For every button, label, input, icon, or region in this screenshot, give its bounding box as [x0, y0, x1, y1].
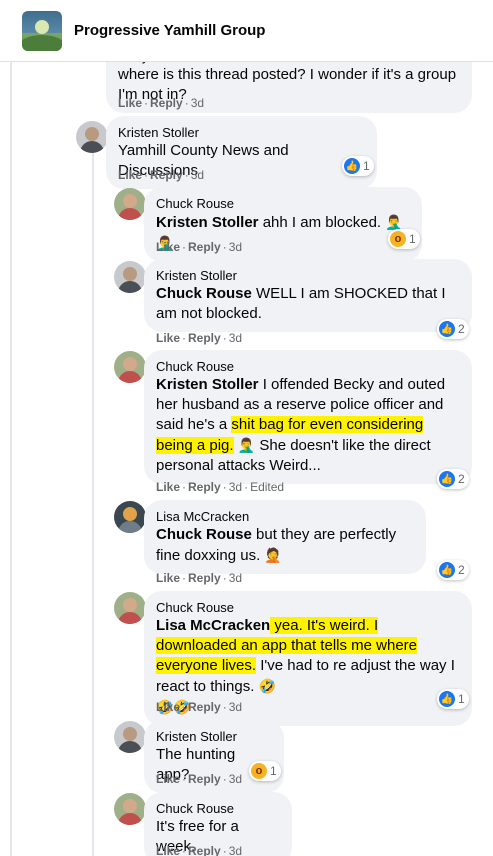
- reply-link[interactable]: Reply: [188, 480, 221, 494]
- like-link[interactable]: Like: [156, 700, 180, 714]
- comment-actions: Like · Reply · 3d: [156, 772, 243, 786]
- reply-link[interactable]: Reply: [150, 168, 183, 182]
- mention-link[interactable]: Kristen Stoller: [156, 376, 259, 393]
- reply-link[interactable]: Reply: [188, 700, 221, 714]
- like-reaction-icon: 👍: [439, 321, 455, 337]
- avatar[interactable]: [114, 188, 146, 220]
- comment-author[interactable]: Chuck Rouse: [156, 599, 460, 616]
- reaction-badge[interactable]: o1: [388, 229, 420, 249]
- reply-link[interactable]: Reply: [188, 571, 221, 585]
- comment-actions: Like · Reply · 3d: [156, 700, 243, 714]
- facepalm-emoji-icon: 🤦: [264, 547, 282, 563]
- reply-link[interactable]: Reply: [150, 96, 183, 110]
- like-reaction-icon: 👍: [439, 562, 455, 578]
- comment-actions: Like · Reply · 3d: [156, 844, 243, 856]
- comment-author[interactable]: Chuck Rouse: [156, 800, 280, 817]
- comment-author[interactable]: Lisa McCracken: [156, 508, 414, 525]
- comment-bubble: Lisa McCracken Chuck Rouse but they are …: [144, 500, 426, 574]
- reply-link[interactable]: Reply: [188, 772, 221, 786]
- reaction-badge[interactable]: 👍 2: [437, 469, 469, 489]
- group-name[interactable]: Progressive Yamhill Group: [74, 22, 265, 39]
- comment-actions: Like · Reply · 3d · Edited: [156, 480, 285, 494]
- reaction-badge[interactable]: 👍 1: [437, 689, 469, 709]
- avatar[interactable]: [114, 501, 146, 533]
- mention-link[interactable]: Chuck Rouse: [156, 285, 252, 302]
- like-link[interactable]: Like: [156, 772, 180, 786]
- reaction-badge[interactable]: 👍 1: [342, 156, 374, 176]
- like-link[interactable]: Like: [156, 571, 180, 585]
- reaction-badge[interactable]: o1: [249, 761, 281, 781]
- reply-link[interactable]: Reply: [188, 240, 221, 254]
- comment-time[interactable]: 3d: [191, 96, 204, 110]
- comment-author[interactable]: Kristen Stoller: [156, 267, 460, 284]
- reply-link[interactable]: Reply: [188, 331, 221, 345]
- comment-time[interactable]: 3d: [229, 772, 242, 786]
- reaction-badge[interactable]: 👍 2: [437, 560, 469, 580]
- comment-actions: Like · Reply · 3d: [118, 96, 205, 110]
- comment-author[interactable]: Chuck Rouse: [156, 195, 410, 212]
- like-reaction-icon: 👍: [344, 158, 360, 174]
- reply-link[interactable]: Reply: [188, 844, 221, 856]
- comment-bubble: Kristen Stoller Chuck Rouse WELL I am SH…: [144, 259, 472, 332]
- comment-author[interactable]: Kristen Stoller: [118, 124, 365, 141]
- group-avatar[interactable]: [22, 11, 62, 51]
- comment-time[interactable]: 3d: [229, 480, 242, 494]
- comment-time[interactable]: 3d: [229, 571, 242, 585]
- comment-actions: Like · Reply · 3d: [156, 571, 243, 585]
- mention-link[interactable]: Kristen Stoller: [156, 214, 259, 231]
- comment-actions: Like · Reply · 3d: [156, 240, 243, 254]
- thread-line: [92, 150, 94, 856]
- avatar[interactable]: [114, 721, 146, 753]
- reaction-badge[interactable]: 👍 2: [437, 319, 469, 339]
- avatar[interactable]: [114, 793, 146, 825]
- comment-author[interactable]: Kristen Stoller: [156, 728, 272, 745]
- edited-label: Edited: [250, 480, 285, 494]
- comment-time[interactable]: 3d: [229, 331, 242, 345]
- like-link[interactable]: Like: [118, 168, 142, 182]
- like-link[interactable]: Like: [118, 96, 142, 110]
- avatar[interactable]: [114, 592, 146, 624]
- like-link[interactable]: Like: [156, 240, 180, 254]
- like-link[interactable]: Like: [156, 844, 180, 856]
- wow-reaction-icon: o: [251, 763, 267, 779]
- mention-link[interactable]: Lisa McCracken: [156, 617, 270, 634]
- comment-actions: Like · Reply · 3d: [118, 168, 205, 182]
- avatar[interactable]: [76, 121, 108, 153]
- like-reaction-icon: 👍: [439, 691, 455, 707]
- avatar[interactable]: [114, 351, 146, 383]
- comment-text: ahh I am blocked.: [258, 214, 386, 231]
- comment-time[interactable]: 3d: [229, 240, 242, 254]
- comment-author[interactable]: Chuck Rouse: [156, 358, 460, 375]
- facepalm-emoji-icon: 🤦‍♂️: [237, 437, 256, 453]
- comment-bubble: Chuck Rouse Kristen Stoller I offended B…: [144, 350, 472, 484]
- comment-actions: Like · Reply · 3d: [156, 331, 243, 345]
- comment-time[interactable]: 3d: [229, 844, 242, 856]
- comment-time[interactable]: 3d: [191, 168, 204, 182]
- avatar[interactable]: [114, 261, 146, 293]
- thread-line: [10, 62, 12, 856]
- mention-link[interactable]: Chuck Rouse: [156, 526, 252, 543]
- wow-reaction-icon: o: [390, 231, 406, 247]
- like-link[interactable]: Like: [156, 480, 180, 494]
- like-reaction-icon: 👍: [439, 471, 455, 487]
- rofl-emoji-icon: 🤣: [258, 678, 276, 694]
- comment-time[interactable]: 3d: [229, 700, 242, 714]
- group-header: Progressive Yamhill Group: [0, 0, 493, 62]
- like-link[interactable]: Like: [156, 331, 180, 345]
